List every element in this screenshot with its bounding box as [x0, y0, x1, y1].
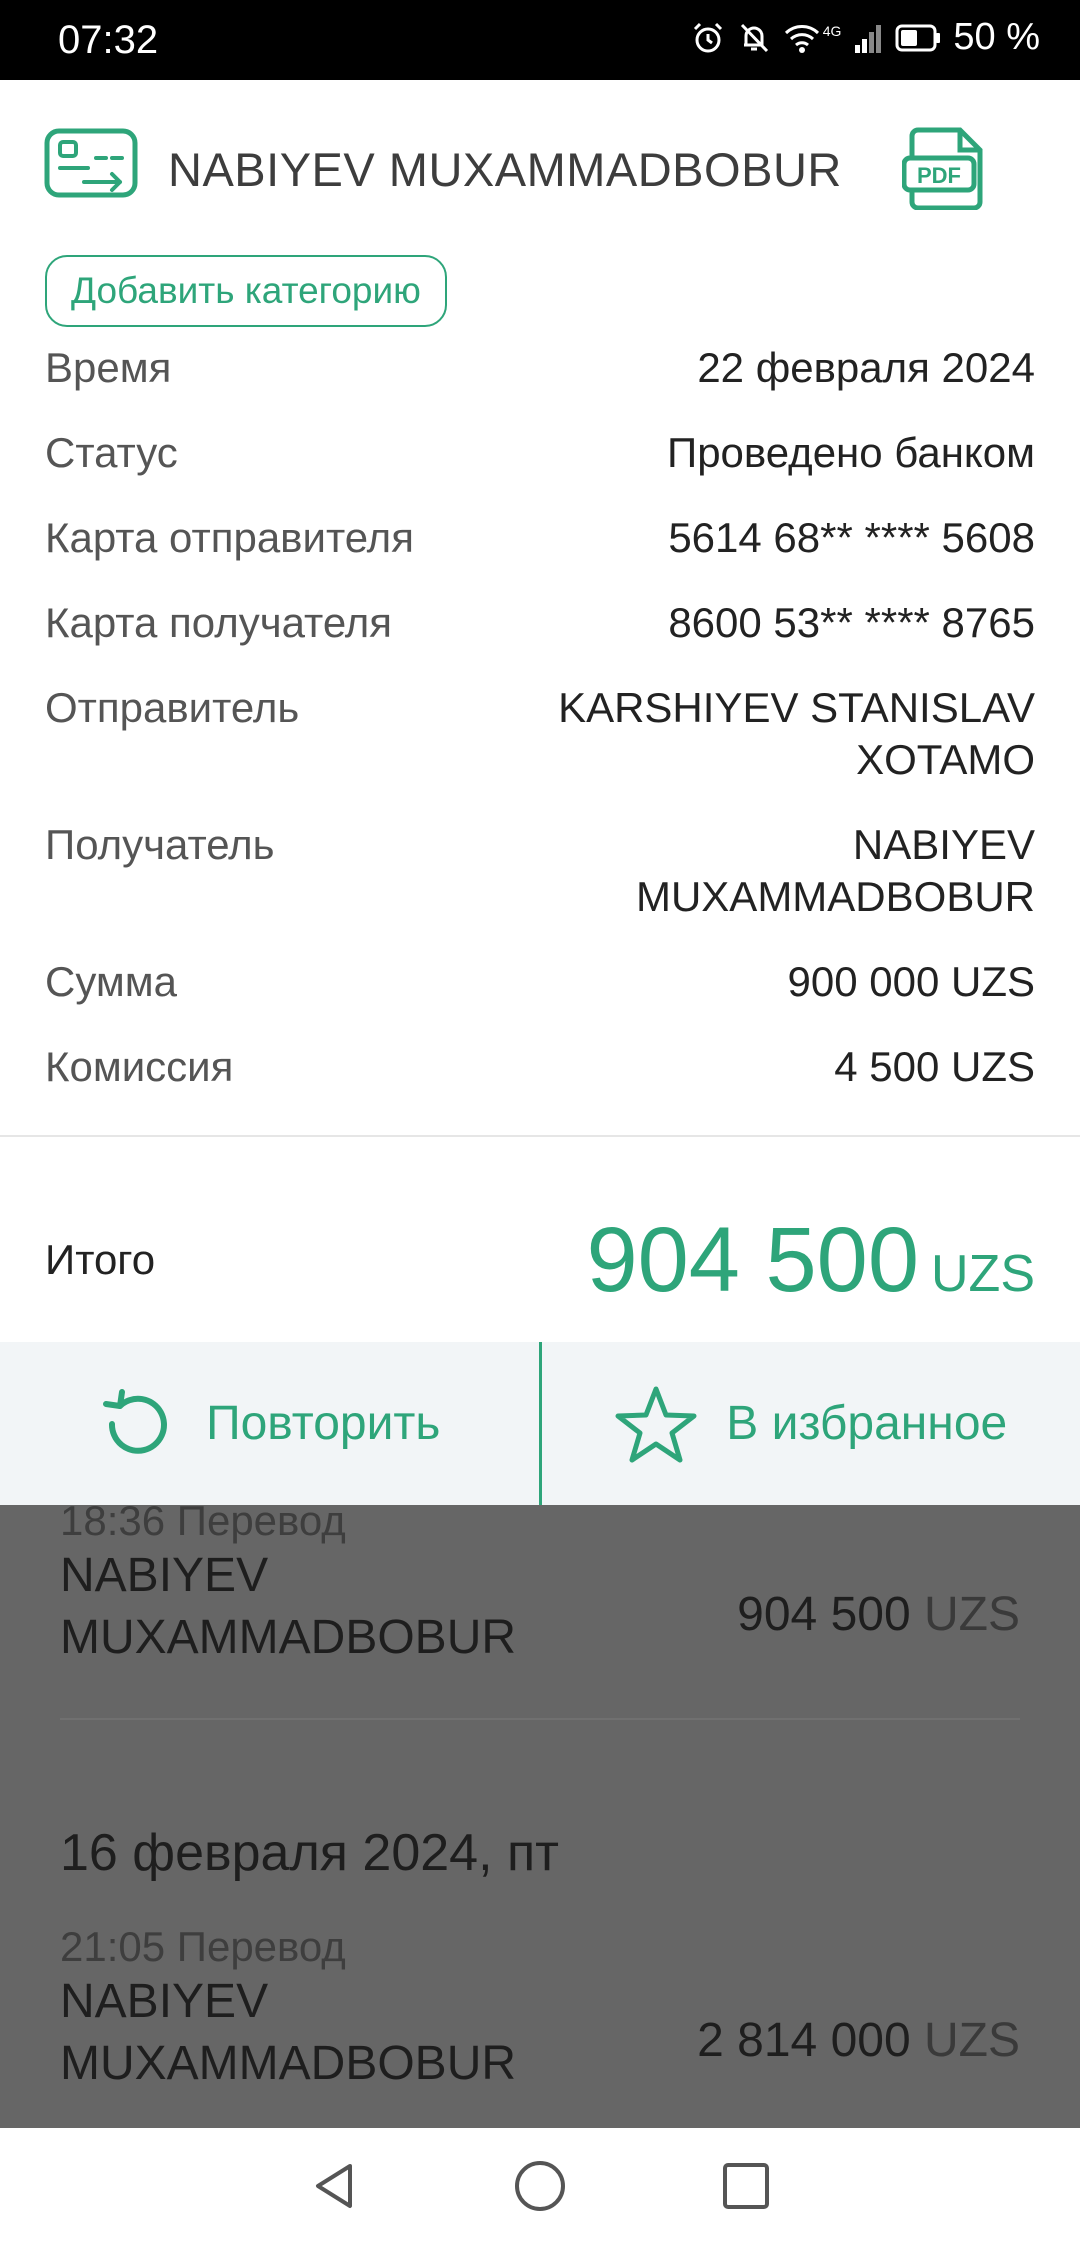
- date-header: 16 февраля 2024, пт: [60, 1824, 559, 1882]
- battery-icon: [895, 24, 941, 51]
- divider: [0, 1135, 1080, 1137]
- detail-value: 8600 53** **** 8765: [668, 599, 1035, 646]
- detail-value: 4 500 UZS: [834, 1043, 1035, 1090]
- details-list: Время 22 февраля 2024 Статус Проведено б…: [45, 342, 1035, 1126]
- detail-value: NABIYEV MUXAMMADBOBUR: [635, 821, 1035, 920]
- status-time: 07:32: [58, 18, 159, 62]
- total-value: 904 500 UZS: [586, 1208, 1035, 1313]
- transaction-sheet: NABIYEV MUXAMMADBOBUR PDF Добавить катег…: [0, 80, 1080, 1505]
- signal-icon: [855, 24, 882, 53]
- repeat-button[interactable]: Повторить: [0, 1342, 539, 1505]
- detail-value: KARSHIYEV STANISLAV XOTAMO: [558, 684, 1035, 783]
- total-currency: UZS: [931, 1244, 1035, 1303]
- wifi-icon: [784, 24, 819, 53]
- detail-label: Статус: [45, 429, 178, 476]
- detail-row-sender-card: Карта отправителя 5614 68** **** 5608: [45, 512, 1035, 564]
- detail-value: Проведено банком: [667, 429, 1035, 476]
- total-amount: 904 500: [586, 1208, 919, 1311]
- total-label: Итого: [45, 1236, 156, 1283]
- alarm-icon: [693, 22, 722, 52]
- list-divider: [60, 1718, 1020, 1720]
- detail-label: Получатель: [45, 821, 275, 868]
- status-bar: 07:32 4G 50 %: [0, 0, 1080, 80]
- dimmed-history-list: 18:36 Перевод NABIYEV MUXAMMADBOBUR 904 …: [0, 1505, 1080, 2128]
- detail-row-recipient-card: Карта получателя 8600 53** **** 8765: [45, 597, 1035, 649]
- pdf-label: PDF: [917, 163, 961, 188]
- detail-row-amount: Сумма 900 000 UZS: [45, 956, 1035, 1008]
- transfer-icon: [44, 128, 138, 198]
- detail-value: 22 февраля 2024: [697, 344, 1035, 391]
- detail-row-fee: Комиссия 4 500 UZS: [45, 1041, 1035, 1093]
- list-item[interactable]: 18:36 Перевод NABIYEV MUXAMMADBOBUR 904 …: [60, 1505, 1020, 1669]
- pdf-icon[interactable]: PDF: [902, 124, 988, 210]
- item-currency: UZS: [924, 1588, 1020, 1641]
- network-type: 4G: [822, 22, 842, 39]
- status-icons: 4G 50 %: [691, 16, 1040, 59]
- item-meta: 21:05 Перевод: [60, 1923, 346, 1970]
- repeat-label: Повторить: [206, 1397, 441, 1450]
- bell-off-icon: [740, 23, 768, 52]
- sheet-title: NABIYEV MUXAMMADBOBUR: [168, 143, 842, 196]
- navigation-bar: [0, 2128, 1080, 2244]
- home-icon[interactable]: [512, 2158, 568, 2214]
- detail-label: Карта отправителя: [45, 514, 414, 561]
- favorite-label: В избранное: [726, 1397, 1008, 1450]
- detail-row-sender: Отправитель KARSHIYEV STANISLAV XOTAMO: [45, 682, 1035, 786]
- detail-label: Карта получателя: [45, 599, 393, 646]
- item-amount: 904 500 UZS: [737, 1587, 1020, 1642]
- repeat-icon: [103, 1388, 168, 1454]
- detail-row-time: Время 22 февраля 2024: [45, 342, 1035, 394]
- sheet-header: NABIYEV MUXAMMADBOBUR PDF: [0, 80, 1080, 250]
- detail-row-recipient: Получатель NABIYEV MUXAMMADBOBUR: [45, 819, 1035, 923]
- detail-label: Комиссия: [45, 1043, 234, 1090]
- detail-label: Время: [45, 344, 172, 391]
- item-amount: 2 814 000 UZS: [697, 2013, 1020, 2068]
- favorite-button[interactable]: В избранное: [542, 1342, 1080, 1505]
- item-currency: UZS: [924, 2014, 1020, 2067]
- total-row: Итого 904 500 UZS: [45, 1200, 1035, 1320]
- back-icon[interactable]: [306, 2158, 362, 2214]
- detail-value: 5614 68** **** 5608: [668, 514, 1035, 561]
- list-item[interactable]: 21:05 Перевод NABIYEV MUXAMMADBOBUR 2 81…: [60, 1923, 1020, 2095]
- detail-row-status: Статус Проведено банком: [45, 427, 1035, 479]
- item-amount-value: 904 500: [737, 1588, 911, 1641]
- add-category-button[interactable]: Добавить категорию: [45, 255, 447, 327]
- item-meta: 18:36 Перевод: [60, 1505, 346, 1544]
- item-amount-value: 2 814 000: [697, 2014, 911, 2067]
- star-icon: [615, 1386, 697, 1462]
- detail-label: Сумма: [45, 958, 177, 1005]
- action-bar: Повторить В избранное: [0, 1342, 1080, 1505]
- recents-icon[interactable]: [718, 2158, 774, 2214]
- battery-percent: 50 %: [953, 16, 1040, 58]
- detail-label: Отправитель: [45, 684, 300, 731]
- detail-value: 900 000 UZS: [787, 958, 1036, 1005]
